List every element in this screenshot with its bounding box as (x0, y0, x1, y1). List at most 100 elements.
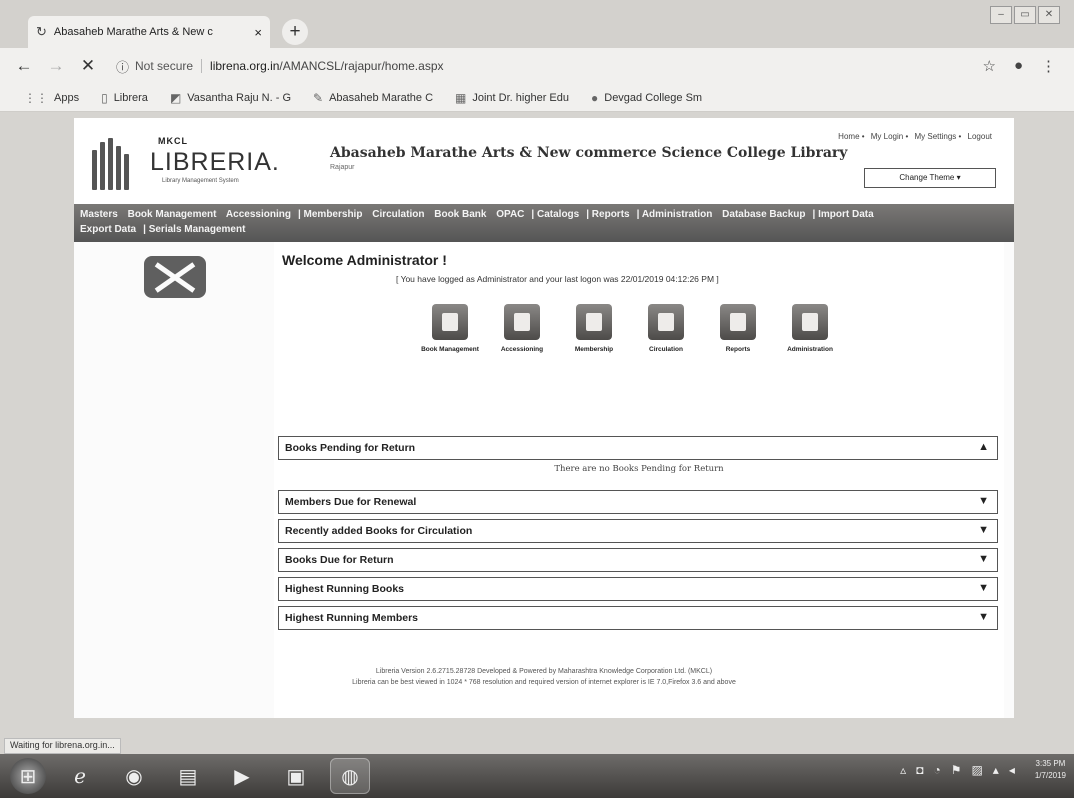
panel-title: Books Due for Return (285, 554, 394, 566)
welcome-heading: Welcome Administrator ! (282, 252, 447, 268)
address-bar[interactable]: ⓘ Not secure librena.org.in/AMANCSL/raja… (116, 53, 982, 79)
menu-membership[interactable]: Membership (304, 209, 363, 220)
menu-book-bank[interactable]: Book Bank (434, 209, 486, 220)
last-logon-info: [ You have logged as Administrator and y… (396, 274, 719, 284)
info-icon[interactable]: ⓘ (116, 57, 129, 76)
media-player-icon[interactable]: ◉ (114, 758, 154, 794)
back-button[interactable]: ← (12, 56, 36, 76)
tab-close-icon[interactable]: × (248, 25, 262, 40)
maximize-button[interactable]: ▭ (1014, 6, 1036, 24)
bookmark-label: Devgad College Sm (604, 91, 703, 104)
module-label: Book Management (421, 346, 479, 353)
module-label: Reports (725, 346, 751, 353)
footer-version: Libreria Version 2.6.2715.28728 Develope… (375, 668, 713, 675)
minimize-button[interactable]: – (990, 6, 1012, 24)
bookmark-joint-dr[interactable]: ▦ Joint Dr. higher Edu (455, 91, 569, 105)
panel-members-due-for-renewal[interactable]: Members Due for Renewal ▼ (278, 490, 998, 514)
logout-link[interactable]: Logout (968, 132, 992, 141)
internet-explorer-icon[interactable]: ℯ (60, 758, 100, 794)
bookmark-abasaheb[interactable]: ✎ Abasaheb Marathe C (313, 91, 433, 105)
menu-circulation[interactable]: Circulation (372, 209, 424, 220)
menu-reports[interactable]: Reports (592, 209, 630, 220)
extension-icon[interactable]: ● (1014, 57, 1023, 75)
clock-date: 1/7/2019 (1034, 771, 1066, 780)
module-membership[interactable]: Membership (558, 304, 630, 354)
libreria-logo[interactable]: MKCL LIBRERIA. Library Management System (92, 134, 302, 194)
expand-icon[interactable]: ▼ (978, 553, 989, 565)
menu-export-data[interactable]: Export Data (80, 224, 136, 235)
file-explorer-icon[interactable]: ▤ (168, 758, 208, 794)
libreria-site: MKCL LIBRERIA. Library Management System… (74, 118, 1014, 718)
bookmark-apps[interactable]: ⋮⋮ Apps (24, 91, 79, 105)
my-settings-link[interactable]: My Settings (914, 132, 956, 141)
menu-opac[interactable]: OPAC (496, 209, 524, 220)
site-header: MKCL LIBRERIA. Library Management System… (74, 118, 1014, 204)
tray-signal-icon[interactable]: ▴ (993, 763, 999, 777)
menu-database-backup[interactable]: Database Backup (722, 209, 805, 220)
change-theme-button[interactable]: Change Theme ▾ (864, 168, 996, 188)
module-book-management[interactable]: Book Management (414, 304, 486, 354)
menu-masters[interactable]: Masters (80, 209, 118, 220)
menu-book-management[interactable]: Book Management (128, 209, 217, 220)
expand-icon[interactable]: ▼ (978, 582, 989, 594)
accessioning-icon (504, 304, 540, 340)
panel-recently-added-books[interactable]: Recently added Books for Circulation ▼ (278, 519, 998, 543)
bookmark-devgad[interactable]: ● Devgad College Sm (591, 91, 702, 105)
module-reports[interactable]: Reports (702, 304, 774, 354)
tray-network-icon[interactable]: ◔ (933, 763, 940, 777)
not-secure-label: Not secure (135, 59, 203, 73)
play-icon[interactable]: ▶ (222, 758, 262, 794)
module-administration[interactable]: Administration (774, 304, 846, 354)
my-login-link[interactable]: My Login (871, 132, 903, 141)
system-clock[interactable]: 3:35 PM 1/7/2019 (1035, 758, 1066, 782)
loading-icon: ↻ (36, 24, 47, 39)
start-button[interactable]: ⊞ (10, 758, 46, 794)
expand-icon[interactable]: ▼ (978, 611, 989, 623)
bookmark-librera[interactable]: ▯ Librera (101, 91, 148, 105)
document-icon[interactable]: ▣ (276, 758, 316, 794)
module-accessioning[interactable]: Accessioning (486, 304, 558, 354)
logo-mkcl: MKCL (158, 136, 188, 146)
bookmarks-bar: ⋮⋮ Apps ▯ Librera ◩ Vasantha Raju N. - G ✎ A… (0, 84, 1074, 112)
left-sidebar (74, 242, 264, 718)
tray-arrow-icon[interactable]: ▵ (900, 763, 906, 777)
expand-icon[interactable]: ▼ (978, 495, 989, 507)
site-icon: ✎ (313, 90, 324, 105)
expand-icon[interactable]: ▼ (978, 524, 989, 536)
toolbar-actions: ☆ ● ⋮ (982, 57, 1056, 75)
browser-tab[interactable]: ↻ Abasaheb Marathe Arts & New c × (28, 16, 270, 48)
panel-highest-running-books[interactable]: Highest Running Books ▼ (278, 577, 998, 601)
tray-flag-icon[interactable]: ⚑ (951, 763, 962, 777)
bookmark-label: Librera (113, 91, 148, 104)
menu-serials-management[interactable]: Serials Management (149, 224, 246, 235)
volume-icon[interactable]: ◂ (1009, 763, 1015, 777)
menu-import-data[interactable]: Import Data (818, 209, 874, 220)
panel-books-pending-for-return[interactable]: Books Pending for Return ▲ (278, 436, 998, 460)
home-link[interactable]: Home (838, 132, 859, 141)
logo-brand: LIBRERIA. (150, 148, 280, 176)
module-circulation[interactable]: Circulation (630, 304, 702, 354)
tray-app-icon[interactable]: ◘ (916, 763, 923, 777)
bookmark-star-icon[interactable]: ☆ (982, 57, 995, 75)
menu-administration[interactable]: Administration (642, 209, 713, 220)
close-window-button[interactable]: ✕ (1038, 6, 1060, 24)
menu-dots-icon[interactable]: ⋮ (1041, 57, 1056, 75)
chrome-taskbar-icon[interactable]: ◍ (330, 758, 370, 794)
panel-books-due-for-return[interactable]: Books Due for Return ▼ (278, 548, 998, 572)
bookmark-vasantha[interactable]: ◩ Vasantha Raju N. - G (170, 91, 291, 105)
bookmark-label: Apps (54, 91, 80, 104)
page-viewport: MKCL LIBRERIA. Library Management System… (0, 112, 1074, 754)
panel-title: Books Pending for Return (285, 442, 416, 454)
url-host: librena.org.in (210, 59, 280, 73)
forward-button[interactable]: → (44, 56, 68, 76)
book-management-icon (432, 304, 468, 340)
tray-monitor-icon[interactable]: ▨ (971, 763, 982, 777)
apps-icon: ⋮⋮ (24, 90, 48, 105)
new-tab-button[interactable]: + (282, 19, 308, 45)
collapse-icon[interactable]: ▲ (978, 441, 989, 453)
tab-title: Abasaheb Marathe Arts & New c (53, 26, 213, 38)
menu-catalogs[interactable]: Catalogs (537, 209, 579, 220)
stop-button[interactable]: ✕ (76, 56, 100, 76)
menu-accessioning[interactable]: Accessioning (226, 209, 291, 220)
panel-highest-running-members[interactable]: Highest Running Members ▼ (278, 606, 998, 630)
